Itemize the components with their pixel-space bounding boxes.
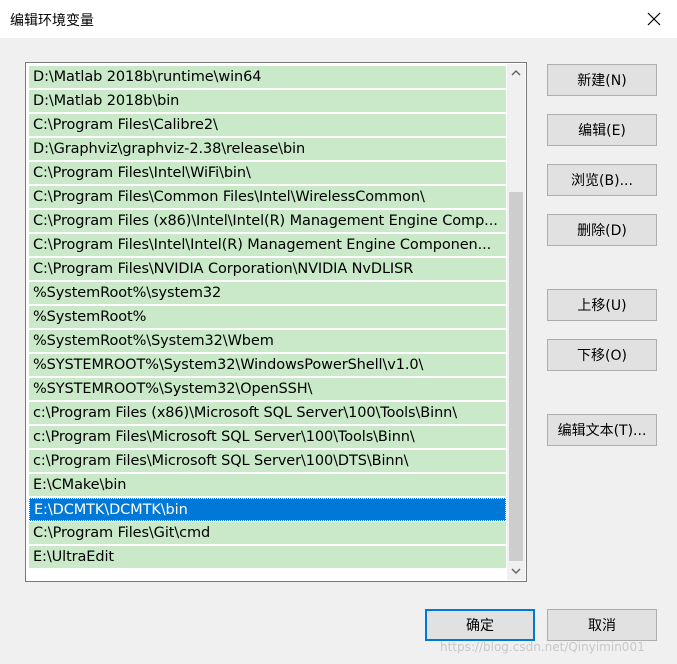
ok-button[interactable]: 确定 — [425, 609, 535, 641]
path-list[interactable]: D:\Matlab 2018b\runtime\win64 D:\Matlab 2… — [25, 62, 527, 582]
browse-button[interactable]: 浏览(B)... — [547, 164, 657, 196]
list-item[interactable]: C:\Program Files\Common Files\Intel\Wire… — [29, 186, 506, 209]
new-button[interactable]: 新建(N) — [547, 64, 657, 96]
cancel-button[interactable]: 取消 — [547, 609, 657, 641]
list-item[interactable]: c:\Program Files\Microsoft SQL Server\10… — [29, 426, 506, 449]
list-item[interactable]: c:\Program Files (x86)\Microsoft SQL Ser… — [29, 402, 506, 425]
edit-text-button[interactable]: 编辑文本(T)... — [547, 414, 657, 446]
vertical-scrollbar[interactable] — [507, 64, 525, 580]
watermark: https://blog.csdn.net/Qinyimin001 — [440, 640, 645, 654]
list-item[interactable]: %SystemRoot% — [29, 306, 506, 329]
list-item[interactable]: %SystemRoot%\System32\Wbem — [29, 330, 506, 353]
list-item[interactable]: E:\UltraEdit — [29, 546, 506, 569]
list-item[interactable]: C:\Program Files\Calibre2\ — [29, 114, 506, 137]
close-icon — [647, 12, 661, 26]
list-item[interactable]: %SYSTEMROOT%\System32\OpenSSH\ — [29, 378, 506, 401]
chevron-up-icon — [511, 70, 521, 76]
list-item[interactable]: E:\DCMTK\DCMTK\bin — [29, 498, 506, 521]
move-up-button[interactable]: 上移(U) — [547, 289, 657, 321]
list-item[interactable]: E:\CMake\bin — [29, 474, 506, 497]
list-item[interactable]: D:\Matlab 2018b\runtime\win64 — [29, 66, 506, 89]
scroll-up-button[interactable] — [507, 64, 525, 82]
list-item[interactable]: C:\Program Files (x86)\Intel\Intel(R) Ma… — [29, 210, 506, 233]
list-item[interactable]: D:\Matlab 2018b\bin — [29, 90, 506, 113]
window-title: 编辑环境变量 — [10, 13, 94, 29]
list-item[interactable]: C:\Program Files\Intel\Intel(R) Manageme… — [29, 234, 506, 257]
list-item[interactable]: %SystemRoot%\system32 — [29, 282, 506, 305]
scrollbar-thumb[interactable] — [509, 192, 523, 561]
move-down-button[interactable]: 下移(O) — [547, 339, 657, 371]
edit-button[interactable]: 编辑(E) — [547, 114, 657, 146]
title-bar: 编辑环境变量 — [0, 0, 677, 38]
path-list-items: D:\Matlab 2018b\runtime\win64 D:\Matlab 2… — [29, 66, 506, 578]
list-item[interactable]: C:\Program Files\Intel\WiFi\bin\ — [29, 162, 506, 185]
chevron-down-icon — [511, 568, 521, 574]
list-item[interactable]: %SYSTEMROOT%\System32\WindowsPowerShell\… — [29, 354, 506, 377]
delete-button[interactable]: 删除(D) — [547, 214, 657, 246]
list-item[interactable]: C:\Program Files\Git\cmd — [29, 522, 506, 545]
close-button[interactable] — [631, 0, 677, 38]
list-item[interactable]: c:\Program Files\Microsoft SQL Server\10… — [29, 450, 506, 473]
scroll-down-button[interactable] — [507, 562, 525, 580]
list-item[interactable]: D:\Graphviz\graphviz-2.38\release\bin — [29, 138, 506, 161]
list-item[interactable]: C:\Program Files\NVIDIA Corporation\NVID… — [29, 258, 506, 281]
